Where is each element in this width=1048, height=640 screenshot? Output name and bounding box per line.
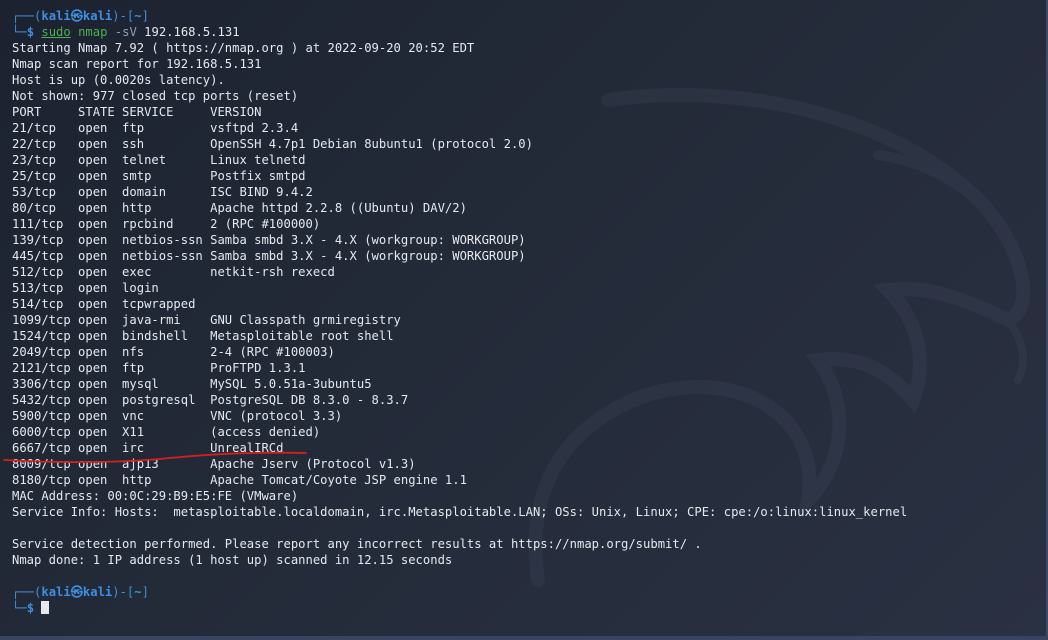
port-row: 1524/tcp open bindshell Metasploitable r… (12, 329, 394, 343)
port-row: 22/tcp open ssh OpenSSH 4.7p1 Debian 8ub… (12, 137, 533, 151)
mac-address-line: MAC Address: 00:0C:29:B9:E5:FE (VMware) (12, 489, 299, 503)
port-row: 3306/tcp open mysql MySQL 5.0.51a-3ubunt… (12, 377, 372, 391)
prompt-frame-close: ] (141, 9, 149, 23)
output-line: Service detection performed. Please repo… (12, 537, 702, 551)
prompt-frame-open: ┌──( (12, 585, 42, 599)
prompt-frame-corner: └─ (12, 601, 27, 615)
window-bottom-border (0, 636, 1048, 640)
prompt-dollar: $ (26, 601, 35, 615)
port-row: 2121/tcp open ftp ProFTPD 1.3.1 (12, 361, 306, 375)
port-row: 80/tcp open http Apache httpd 2.2.8 ((Ub… (12, 201, 467, 215)
output-line: Nmap done: 1 IP address (1 host up) scan… (12, 553, 453, 567)
port-row: 21/tcp open ftp vsftpd 2.3.4 (12, 121, 299, 135)
port-table-header: PORT STATE SERVICE VERSION (12, 105, 262, 119)
port-row: 5432/tcp open postgresql PostgreSQL DB 8… (12, 393, 409, 407)
command-line[interactable]: └─$ sudo nmap -sV 192.168.5.131 (12, 24, 1048, 40)
prompt-frame-open: ┌──( (12, 9, 42, 23)
prompt-frame-mid: )-[ (112, 585, 135, 599)
port-row: 445/tcp open netbios-ssn Samba smbd 3.X … (12, 249, 526, 263)
port-row: 2049/tcp open nfs 2-4 (RPC #100003) (12, 345, 335, 359)
port-row: 512/tcp open exec netkit-rsh rexecd (12, 265, 335, 279)
port-row: 139/tcp open netbios-ssn Samba smbd 3.X … (12, 233, 526, 247)
port-row: 8180/tcp open http Apache Tomcat/Coyote … (12, 473, 467, 487)
command-flag: -sV (114, 25, 137, 39)
prompt-frame-mid: )-[ (112, 9, 135, 23)
prompt-dollar: $ (26, 25, 35, 39)
port-row: 25/tcp open smtp Postfix smtpd (12, 169, 306, 183)
red-underline-annotation (3, 451, 307, 463)
port-row: 23/tcp open telnet Linux telnetd (12, 153, 306, 167)
terminal-output: ┌──(kali㉿kali)-[~] └─$ sudo nmap -sV 192… (12, 8, 1048, 616)
text-cursor[interactable] (41, 601, 50, 614)
output-line: Nmap scan report for 192.168.5.131 (12, 57, 262, 71)
terminal-window[interactable]: ┌──(kali㉿kali)-[~] └─$ sudo nmap -sV 192… (0, 0, 1048, 640)
port-row: 6000/tcp open X11 (access denied) (12, 425, 321, 439)
prompt-line: ┌──(kali㉿kali)-[~] (12, 584, 1048, 600)
port-row: 514/tcp open tcpwrapped (12, 297, 196, 311)
output-line: Host is up (0.0020s latency). (12, 73, 225, 87)
output-line: Starting Nmap 7.92 ( https://nmap.org ) … (12, 41, 475, 55)
command-sudo: sudo (41, 25, 71, 39)
prompt-line: ┌──(kali㉿kali)-[~] (12, 8, 1048, 24)
prompt-dir: ~ (134, 585, 142, 599)
service-info-line: Service Info: Hosts: metasploitable.loca… (12, 505, 908, 519)
port-row: 53/tcp open domain ISC BIND 9.4.2 (12, 185, 313, 199)
command-target: 192.168.5.131 (144, 25, 240, 39)
port-row: 111/tcp open rpcbind 2 (RPC #100000) (12, 217, 321, 231)
port-row: 1099/tcp open java-rmi GNU Classpath grm… (12, 313, 401, 327)
prompt-dir: ~ (134, 9, 142, 23)
port-row: 5900/tcp open vnc VNC (protocol 3.3) (12, 409, 343, 423)
port-row: 513/tcp open login (12, 281, 159, 295)
prompt-frame-corner: └─ (12, 25, 27, 39)
prompt-user: kali㉿kali (41, 9, 113, 23)
prompt-user: kali㉿kali (41, 585, 113, 599)
input-line[interactable]: └─$ (12, 600, 1048, 616)
prompt-frame-close: ] (141, 585, 149, 599)
output-line: Not shown: 977 closed tcp ports (reset) (12, 89, 299, 103)
command-nmap: nmap (78, 25, 108, 39)
